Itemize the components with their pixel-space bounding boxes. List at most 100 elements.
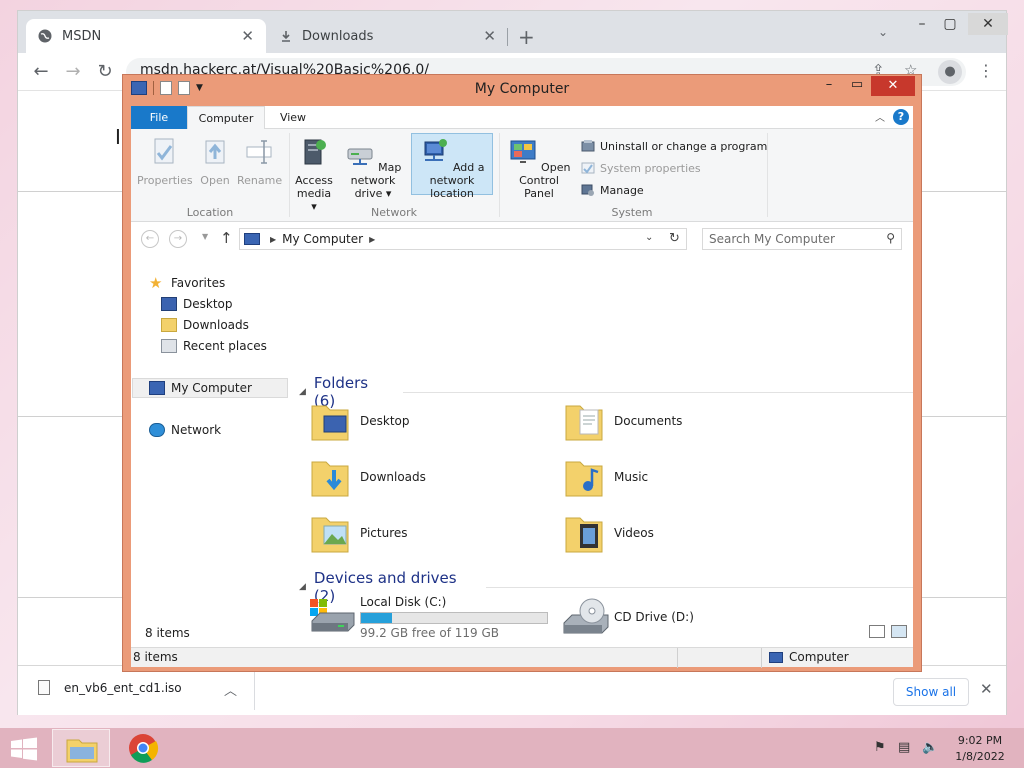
system-clock[interactable]: 9:02 PM 1/8/2022 <box>948 733 1012 765</box>
music-folder-icon <box>565 461 603 497</box>
nav-favorites[interactable]: ★ Favorites <box>149 276 225 291</box>
status-item-count: 8 items <box>133 650 178 664</box>
rename-button[interactable]: Rename <box>237 137 282 187</box>
downloads-folder-icon <box>311 461 349 497</box>
nav-recent-places[interactable]: Recent places <box>161 339 267 353</box>
back-arrow-icon[interactable]: ← <box>141 230 159 248</box>
new-tab-plus-icon[interactable]: + <box>518 25 535 49</box>
folder-documents[interactable]: Documents <box>564 400 682 442</box>
nav-desktop[interactable]: Desktop <box>161 297 233 311</box>
drive-c-name: Local Disk (C:) <box>360 595 447 609</box>
open-control-panel-button[interactable]: Open Control Panel <box>503 137 575 200</box>
manage-button[interactable]: Manage <box>581 183 644 197</box>
taskbar-file-explorer[interactable] <box>52 729 110 767</box>
globe-icon <box>38 29 52 43</box>
explorer-body: File Computer View ︿ ? Properties Open R… <box>131 106 913 667</box>
taskbar-chrome[interactable] <box>114 729 172 767</box>
ribbon: Properties Open Rename Location Access m… <box>131 129 913 222</box>
folder-desktop[interactable]: Desktop <box>310 400 410 442</box>
media-server-icon <box>304 139 326 165</box>
clock-date: 1/8/2022 <box>955 750 1005 763</box>
details-view-icon[interactable] <box>869 625 885 638</box>
videos-folder-icon <box>565 517 603 553</box>
search-icon: ⚲ <box>886 231 895 245</box>
chevron-right-icon[interactable]: ▶ <box>270 235 276 244</box>
tab-search-chevron-icon[interactable]: ⌄ <box>878 25 888 39</box>
tab-computer[interactable]: Computer <box>187 106 265 130</box>
download-icon <box>282 31 290 42</box>
status-separator <box>761 648 762 668</box>
tab-downloads[interactable]: Downloads ✕ <box>268 19 508 53</box>
profile-avatar-icon[interactable]: ● <box>938 60 962 84</box>
ribbon-collapse-icon[interactable]: ︿ <box>875 109 885 124</box>
tab-msdn[interactable]: MSDN ✕ <box>26 19 266 53</box>
download-item[interactable]: en_vb6_ent_cd1.iso <box>38 680 182 695</box>
maximize-icon[interactable]: ▭ <box>843 77 871 92</box>
map-network-drive-button[interactable]: Map network drive ▾ <box>337 137 409 200</box>
open-button[interactable]: Open <box>195 137 235 187</box>
folder-pictures[interactable]: Pictures <box>310 512 408 554</box>
collapse-triangle-icon[interactable]: ◢ <box>299 582 306 592</box>
nav-downloads[interactable]: Downloads <box>161 318 249 332</box>
back-arrow-icon[interactable]: ← <box>30 61 52 82</box>
ribbon-separator <box>289 133 290 217</box>
refresh-icon[interactable]: ↻ <box>669 231 680 246</box>
minimize-icon[interactable]: – <box>815 77 843 92</box>
action-center-flag-icon[interactable]: ⚑ <box>874 740 886 755</box>
help-icon[interactable]: ? <box>893 109 909 125</box>
window-title: My Computer <box>474 81 570 97</box>
downloads-folder-icon <box>161 318 177 332</box>
download-bar: en_vb6_ent_cd1.iso ︿ Show all ✕ <box>18 665 1006 715</box>
download-chevron-up-icon[interactable]: ︿ <box>224 680 237 699</box>
address-dropdown-icon[interactable]: ⌄ <box>645 232 653 243</box>
tab-file[interactable]: File <box>131 106 187 129</box>
explorer-titlebar[interactable]: ▼ My Computer – ▭ ✕ <box>123 75 921 105</box>
nav-my-computer[interactable]: My Computer <box>132 378 288 398</box>
ribbon-separator <box>767 133 768 217</box>
search-input[interactable]: Search My Computer ⚲ <box>702 228 902 250</box>
header-rule <box>485 586 913 588</box>
reload-icon[interactable]: ↻ <box>94 61 116 82</box>
recent-locations-icon[interactable]: ▼ <box>202 232 208 241</box>
system-properties-button[interactable]: System properties <box>581 161 701 175</box>
status-location: Computer <box>769 650 849 664</box>
tab-downloads-label: Downloads <box>302 28 374 44</box>
computer-icon <box>244 233 260 245</box>
large-icons-view-icon[interactable] <box>891 625 907 638</box>
network-drive-icon <box>347 148 373 165</box>
explorer-close-icon[interactable]: ✕ <box>871 76 915 96</box>
text-cursor-icon: I <box>115 125 121 149</box>
uninstall-program-button[interactable]: Uninstall or change a program <box>581 139 767 153</box>
volume-muted-icon[interactable]: 🔈 <box>922 740 938 755</box>
drive-local-disk-c[interactable]: Local Disk (C:) 99.2 GB free of 119 GB <box>308 595 548 640</box>
folder-music[interactable]: Music <box>564 456 648 498</box>
drive-cd-d[interactable]: CD Drive (D:) <box>562 595 694 639</box>
windows-start-icon[interactable] <box>10 737 38 761</box>
add-network-location-button[interactable]: Add a network location <box>411 133 493 200</box>
folder-videos[interactable]: Videos <box>564 512 654 554</box>
forward-arrow-icon[interactable]: → <box>62 61 84 82</box>
browser-close-icon[interactable]: ✕ <box>968 13 1008 35</box>
download-bar-close-icon[interactable]: ✕ <box>980 680 993 698</box>
network-status-icon[interactable]: ▤ <box>898 740 910 755</box>
close-tab-icon[interactable]: ✕ <box>241 27 254 45</box>
access-media-button[interactable]: Access media ▾ <box>293 137 335 213</box>
tab-view[interactable]: View <box>273 106 313 129</box>
up-arrow-icon[interactable]: ↑ <box>220 229 233 247</box>
menu-kebab-icon[interactable]: ⋮ <box>978 61 994 80</box>
folder-downloads[interactable]: Downloads <box>310 456 426 498</box>
forward-arrow-icon[interactable]: → <box>169 230 187 248</box>
breadcrumb-my-computer[interactable]: My Computer <box>282 232 363 246</box>
computer-icon <box>769 651 783 663</box>
ribbon-separator <box>499 133 500 217</box>
maximize-icon[interactable]: ▢ <box>930 13 970 35</box>
group-label-network: Network <box>371 206 417 219</box>
address-bar[interactable]: ▶ My Computer ▶ <box>239 228 687 250</box>
navigation-pane: ★ Favorites Desktop Downloads Recent pla… <box>131 256 291 626</box>
nav-network[interactable]: Network <box>149 423 221 437</box>
properties-button[interactable]: Properties <box>137 137 193 187</box>
close-tab-icon[interactable]: ✕ <box>483 27 496 45</box>
show-all-button[interactable]: Show all <box>893 678 969 706</box>
collapse-triangle-icon[interactable]: ◢ <box>299 387 306 397</box>
chevron-right-icon[interactable]: ▶ <box>369 235 375 244</box>
